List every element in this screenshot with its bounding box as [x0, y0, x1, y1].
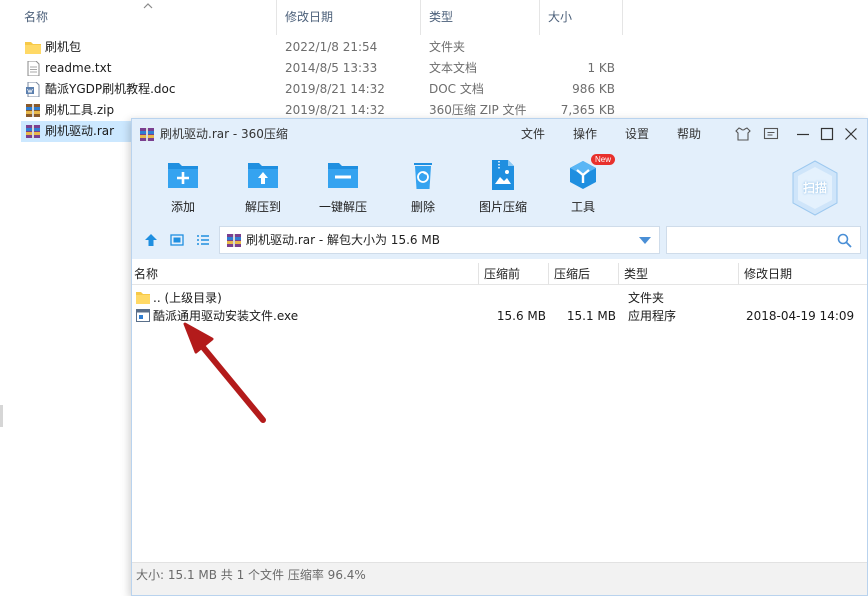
search-input[interactable] — [666, 226, 861, 254]
archive-file-packed-size: 15.6 MB — [496, 309, 546, 323]
window-title: 刷机驱动.rar - 360压缩 — [160, 127, 288, 141]
doc-file-icon — [26, 82, 40, 97]
file-name: 刷机包 — [45, 40, 82, 54]
feedback-icon[interactable] — [762, 125, 780, 143]
text-file-icon — [27, 61, 40, 76]
archive-file-type: 应用程序 — [628, 309, 677, 323]
file-modified: 2014/8/5 13:33 — [285, 61, 378, 75]
chevron-down-icon[interactable] — [639, 237, 651, 245]
archive-file-name: .. (上级目录) — [153, 291, 222, 305]
path-combobox[interactable]: 刷机驱动.rar - 解包大小为 15.6 MB — [219, 226, 660, 254]
rar-archive-icon — [227, 234, 241, 247]
file-row[interactable]: readme.txt 2014/8/5 13:33 文本文档 1 KB — [21, 58, 661, 79]
column-size[interactable]: 大小 — [540, 0, 623, 35]
add-label: 添加 — [170, 200, 195, 214]
rar-archive-icon — [140, 128, 154, 141]
file-modified: 2019/8/21 14:32 — [285, 82, 385, 96]
file-type: 文件夹 — [429, 40, 466, 54]
menu-operation[interactable]: 操作 — [573, 119, 597, 149]
archive-column-header: 名称 压缩前 压缩后 类型 修改日期 — [132, 263, 867, 285]
archive-row[interactable]: 酷派通用驱动安装文件.exe 15.6 MB 15.1 MB 应用程序 2018… — [132, 307, 867, 325]
file-modified: 2022/1/8 21:54 — [285, 40, 378, 54]
one-click-extract-icon — [328, 163, 358, 188]
path-text: 刷机驱动.rar - 解包大小为 15.6 MB — [246, 233, 440, 247]
column-modified[interactable]: 修改日期 — [277, 0, 421, 35]
zip-archive-icon — [26, 104, 40, 117]
column-modified[interactable]: 修改日期 — [742, 263, 792, 285]
column-type[interactable]: 类型 — [622, 263, 648, 285]
delete-button[interactable]: 删除 — [383, 159, 463, 215]
image-compress-icon — [492, 160, 514, 190]
thumbnail-view-icon[interactable] — [170, 233, 184, 247]
list-view-icon[interactable] — [196, 233, 210, 247]
folder-icon — [25, 42, 41, 54]
image-compress-button[interactable]: 图片压缩 — [463, 159, 543, 215]
column-divider[interactable] — [738, 263, 739, 285]
file-row[interactable]: 刷机包 2022/1/8 21:54 文件夹 — [21, 37, 661, 58]
file-size: 1 KB — [587, 61, 615, 75]
menu-settings[interactable]: 设置 — [625, 119, 649, 149]
extract-to-icon — [248, 163, 278, 188]
one-click-extract-button[interactable]: 一键解压 — [303, 159, 383, 215]
status-text: 大小: 15.1 MB 共 1 个文件 压缩率 96.4% — [136, 568, 366, 582]
archive-file-type: 文件夹 — [628, 291, 665, 305]
toolbar: 添加 解压到 一键解压 删除 图片压缩 New 工具 扫描 — [132, 149, 867, 221]
one-click-extract-label: 一键解压 — [318, 200, 367, 214]
archive-file-modified: 2018-04-19 14:09 — [746, 309, 855, 323]
column-divider[interactable] — [618, 263, 619, 285]
rar-archive-icon — [26, 125, 40, 138]
menu-file[interactable]: 文件 — [521, 119, 545, 149]
sort-ascending-icon — [143, 3, 153, 9]
file-row[interactable]: 酷派YGDP刷机教程.doc 2019/8/21 14:32 DOC 文档 98… — [21, 79, 661, 100]
title-bar[interactable]: 刷机驱动.rar - 360压缩 文件 操作 设置 帮助 — [132, 119, 867, 149]
exe-file-icon — [136, 309, 150, 322]
column-name[interactable]: 名称 — [0, 0, 277, 35]
maximize-icon[interactable] — [818, 125, 836, 143]
scan-label: 扫描 — [802, 181, 827, 195]
file-name: 刷机驱动.rar — [45, 124, 115, 138]
file-name: readme.txt — [45, 61, 112, 75]
file-name: 酷派YGDP刷机教程.doc — [45, 82, 176, 96]
archive-file-compressed-size: 15.1 MB — [566, 309, 616, 323]
search-icon[interactable] — [837, 233, 852, 248]
file-row-selected[interactable]: 刷机驱动.rar — [21, 121, 141, 142]
minimize-icon[interactable] — [794, 125, 812, 143]
folder-icon — [136, 292, 150, 304]
address-bar: 刷机驱动.rar - 解包大小为 15.6 MB — [132, 221, 867, 259]
scroll-indicator[interactable] — [0, 405, 3, 427]
column-divider[interactable] — [478, 263, 479, 285]
file-name: 刷机工具.zip — [45, 103, 115, 117]
add-folder-icon — [168, 163, 198, 188]
delete-label: 删除 — [410, 200, 435, 214]
tools-label: 工具 — [570, 200, 595, 214]
status-bar: 大小: 15.1 MB 共 1 个文件 压缩率 96.4% — [132, 562, 867, 595]
column-divider[interactable] — [548, 263, 549, 285]
column-compressed[interactable]: 压缩后 — [552, 263, 590, 285]
column-name[interactable]: 名称 — [132, 263, 158, 285]
menu-help[interactable]: 帮助 — [677, 119, 701, 149]
image-compress-label: 图片压缩 — [478, 200, 527, 214]
scan-button[interactable]: 扫描 — [790, 159, 840, 217]
extract-to-label: 解压到 — [244, 200, 281, 214]
extract-to-button[interactable]: 解压到 — [223, 159, 303, 215]
add-button[interactable]: 添加 — [143, 159, 223, 215]
up-arrow-icon[interactable] — [144, 233, 158, 247]
close-icon[interactable] — [842, 125, 860, 143]
file-size: 986 KB — [572, 82, 615, 96]
explorer-column-header: 名称 修改日期 类型 大小 — [0, 0, 868, 35]
archiver-window: 刷机驱动.rar - 360压缩 文件 操作 设置 帮助 添加 解压到 一键解压… — [131, 118, 868, 596]
column-type[interactable]: 类型 — [421, 0, 540, 35]
tools-button[interactable]: New 工具 — [543, 154, 623, 215]
file-type: 文本文档 — [429, 61, 478, 75]
column-packed[interactable]: 压缩前 — [482, 263, 520, 285]
skin-icon[interactable] — [734, 125, 752, 143]
recycle-bin-icon — [414, 163, 432, 189]
archive-row-parent[interactable]: .. (上级目录) 文件夹 — [132, 289, 867, 307]
file-type: DOC 文档 — [429, 82, 484, 96]
archive-file-name: 酷派通用驱动安装文件.exe — [153, 309, 299, 323]
new-badge: New — [591, 154, 616, 165]
